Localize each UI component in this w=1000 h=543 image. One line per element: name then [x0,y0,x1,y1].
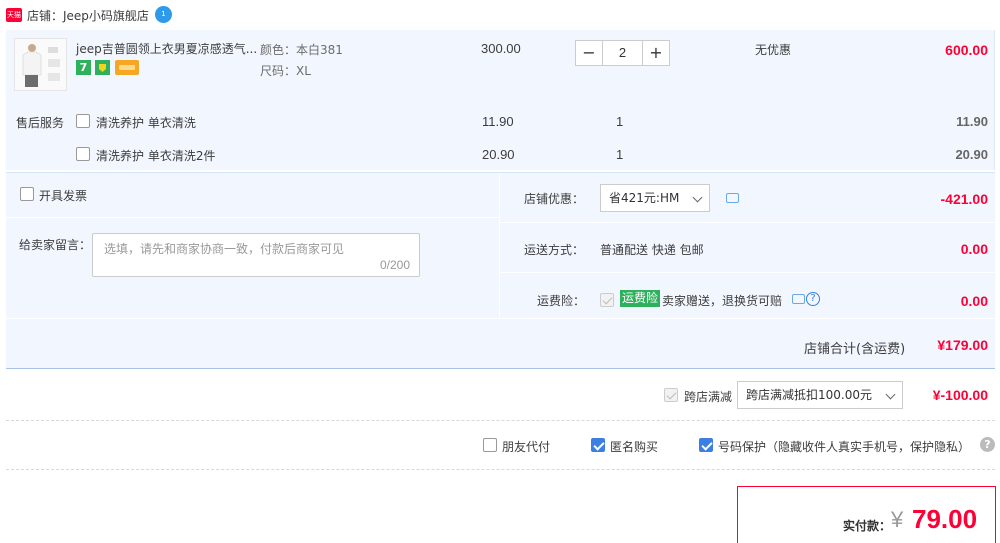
service-1-qty: 1 [616,114,624,129]
quantity-plus-button[interactable]: + [642,40,670,66]
message-textarea[interactable]: 选填，请先和商家协商一致，付款后商家可见 0/200 [92,233,420,277]
anonymous-checkbox[interactable] [591,438,605,452]
divider-dashed-2 [6,469,995,470]
spec-color: 颜色：本白381 [260,43,343,57]
invoice-label: 开具发票 [39,189,88,203]
unit-price: 300.00 [481,41,521,56]
shop-total-label: 店铺合计(含运费) [804,342,906,357]
service-1-checkbox[interactable] [76,114,90,128]
anonymous-label: 匿名购买 [610,440,659,454]
service-2-total: 20.90 [955,147,988,162]
chat-icon[interactable]: 1 [155,6,172,23]
cross-store-select[interactable]: 跨店满减抵扣100.00元 [737,381,903,409]
shop-name[interactable]: 店铺：Jeep小码旗舰店 [27,7,149,24]
tmall-badge: 天猫 [6,8,22,22]
product-title[interactable]: jeep吉普圆领上衣男夏凉感透气... [76,40,257,57]
message-counter: 0/200 [379,258,410,272]
cross-store-checkbox [664,388,678,402]
message-placeholder: 选填，请先和商家协商一致，付款后商家可见 [104,242,345,256]
insurance-desc: 卖家赠送，退换货可赔 [662,294,783,308]
item-panel-right-border [994,30,995,170]
service-1-total: 11.90 [956,114,988,129]
panel-bottom-divider [6,318,995,319]
chevron-down-icon [885,389,896,400]
after-sale-label: 售后服务 [16,116,65,130]
friend-pay-label: 朋友代付 [502,440,551,454]
quantity-input[interactable]: 2 [602,40,643,66]
panel-right-divider-2 [500,272,995,273]
chat-badge: 1 [161,10,166,18]
cross-store-selected: 跨店满减抵扣100.00元 [746,388,872,402]
tshirt-thumbnail-icon [15,39,66,90]
message-label: 给卖家留言： [19,238,92,252]
service-2-price: 20.90 [482,147,515,162]
card-badge-icon [115,60,139,75]
shop-total-amount: ¥179.00 [937,337,988,353]
payment-currency: ¥ [891,507,904,532]
insurance-chat-icon[interactable] [792,294,805,304]
insurance-amount: 0.00 [960,293,988,309]
service-2-name: 清洗养护 单衣清洗2件 [96,149,216,163]
shop-discount-label: 店铺优惠： [524,192,585,206]
spec-size: 尺码：XL [260,64,311,78]
insurance-label: 运费险： [537,294,586,308]
service-1-price: 11.90 [482,114,514,129]
service-badge-icon [95,60,110,75]
panel-left-divider [6,217,499,218]
help-icon[interactable]: ? [806,292,820,306]
shipping-method: 普通配送 快递 包邮 [600,243,704,257]
chevron-down-icon [692,192,703,203]
number-protect-label: 号码保护（隐藏收件人真实手机号，保护隐私） [718,440,971,454]
quantity-minus-button[interactable]: − [575,40,603,66]
payment-amount: 79.00 [912,504,978,534]
insurance-checkbox [600,293,614,307]
shop-discount-select[interactable]: 省421元:HM [600,184,710,212]
payment-label: 实付款： [843,519,892,533]
divider-dashed-1 [6,420,995,421]
shipping-label: 运送方式： [524,243,585,257]
item-total: 600.00 [945,42,988,58]
panel-vertical-divider [499,173,500,319]
badge-7-day-icon: 7 [76,60,91,75]
invoice-checkbox[interactable] [20,187,34,201]
service-1-name: 清洗养护 单衣清洗 [96,116,196,130]
payment-box: 实付款： ¥ 79.00 [737,486,996,543]
shop-discount-amount: -421.00 [940,191,988,207]
cross-store-amount: ¥-100.00 [932,387,988,403]
item-discount: 无优惠 [755,43,792,57]
service-2-qty: 1 [616,147,624,162]
number-protect-checkbox[interactable] [699,438,713,452]
help-icon[interactable]: ? [980,437,995,452]
service-2-checkbox[interactable] [76,147,90,161]
insurance-tag: 运费险 [620,290,661,307]
cross-store-label: 跨店满减 [684,390,733,404]
discount-chat-icon[interactable] [726,193,739,203]
panel-right-divider-1 [500,222,995,223]
product-image[interactable] [14,38,67,91]
friend-pay-checkbox[interactable] [483,438,497,452]
shop-discount-selected: 省421元:HM [609,191,680,205]
shipping-amount: 0.00 [960,241,988,257]
